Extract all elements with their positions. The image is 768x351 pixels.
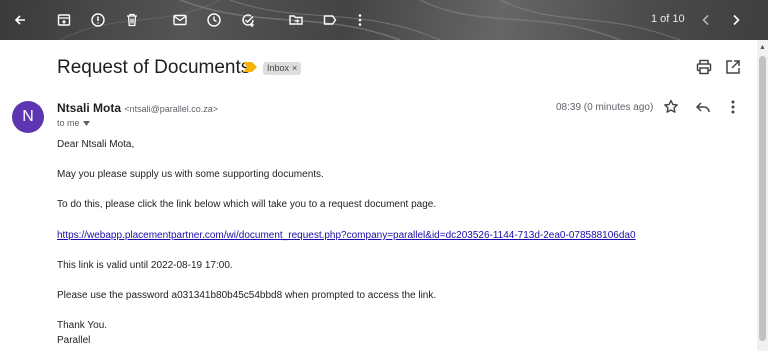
- body-greeting: Dear Ntsali Mota,: [57, 139, 135, 150]
- back-arrow-icon[interactable]: [8, 8, 32, 32]
- report-spam-icon[interactable]: [86, 8, 110, 32]
- email-time: 08:39 (0 minutes ago): [556, 102, 654, 113]
- reply-icon[interactable]: [694, 98, 712, 116]
- body-paragraph: May you please supply us with some suppo…: [57, 169, 324, 180]
- newer-chevron-icon[interactable]: [694, 8, 718, 32]
- mark-unread-icon[interactable]: [168, 8, 192, 32]
- document-request-link[interactable]: https://webapp.placementpartner.com/wi/d…: [57, 230, 636, 241]
- scrollbar-thumb[interactable]: [759, 56, 766, 341]
- recipient-details[interactable]: to me: [57, 118, 90, 128]
- delete-icon[interactable]: [120, 8, 144, 32]
- body-paragraph: This link is valid until 2022-08-19 17:0…: [57, 260, 233, 271]
- archive-icon[interactable]: [52, 8, 76, 32]
- add-to-tasks-icon[interactable]: [236, 8, 260, 32]
- body-paragraph: Please use the password a031341b80b45c54…: [57, 290, 437, 301]
- email-subject: Request of Documents: [57, 57, 251, 78]
- body-signoff: Thank You.: [57, 320, 108, 331]
- inbox-label-text: Inbox: [267, 63, 290, 73]
- avatar[interactable]: N: [12, 101, 44, 133]
- body-signature: Parallel: [57, 335, 91, 346]
- older-chevron-icon[interactable]: [724, 8, 748, 32]
- more-options-icon[interactable]: [724, 98, 742, 116]
- sender-email: <ntsali@parallel.co.za>: [124, 104, 219, 114]
- message-pane: [12, 40, 755, 351]
- to-me-text: to me: [57, 118, 80, 128]
- snooze-icon[interactable]: [202, 8, 226, 32]
- body-paragraph: To do this, please click the link below …: [57, 199, 437, 210]
- caret-down-icon[interactable]: [82, 120, 90, 126]
- sender: Ntsali Mota <ntsali@parallel.co.za>: [57, 101, 218, 115]
- scroll-up-icon[interactable]: ▲: [757, 42, 768, 52]
- pager-text: 1 of 10: [651, 13, 685, 25]
- star-icon[interactable]: [662, 98, 680, 116]
- open-new-window-icon[interactable]: [724, 58, 742, 76]
- importance-marker-icon[interactable]: [243, 62, 257, 72]
- inbox-label[interactable]: Inbox ×: [263, 62, 302, 75]
- toolbar: 1 of 10: [0, 0, 768, 40]
- remove-label-icon[interactable]: ×: [292, 62, 297, 75]
- print-icon[interactable]: [695, 58, 713, 76]
- label-icon[interactable]: [318, 8, 342, 32]
- sender-name[interactable]: Ntsali Mota: [57, 101, 121, 115]
- move-to-icon[interactable]: [284, 8, 308, 32]
- more-icon[interactable]: [348, 8, 372, 32]
